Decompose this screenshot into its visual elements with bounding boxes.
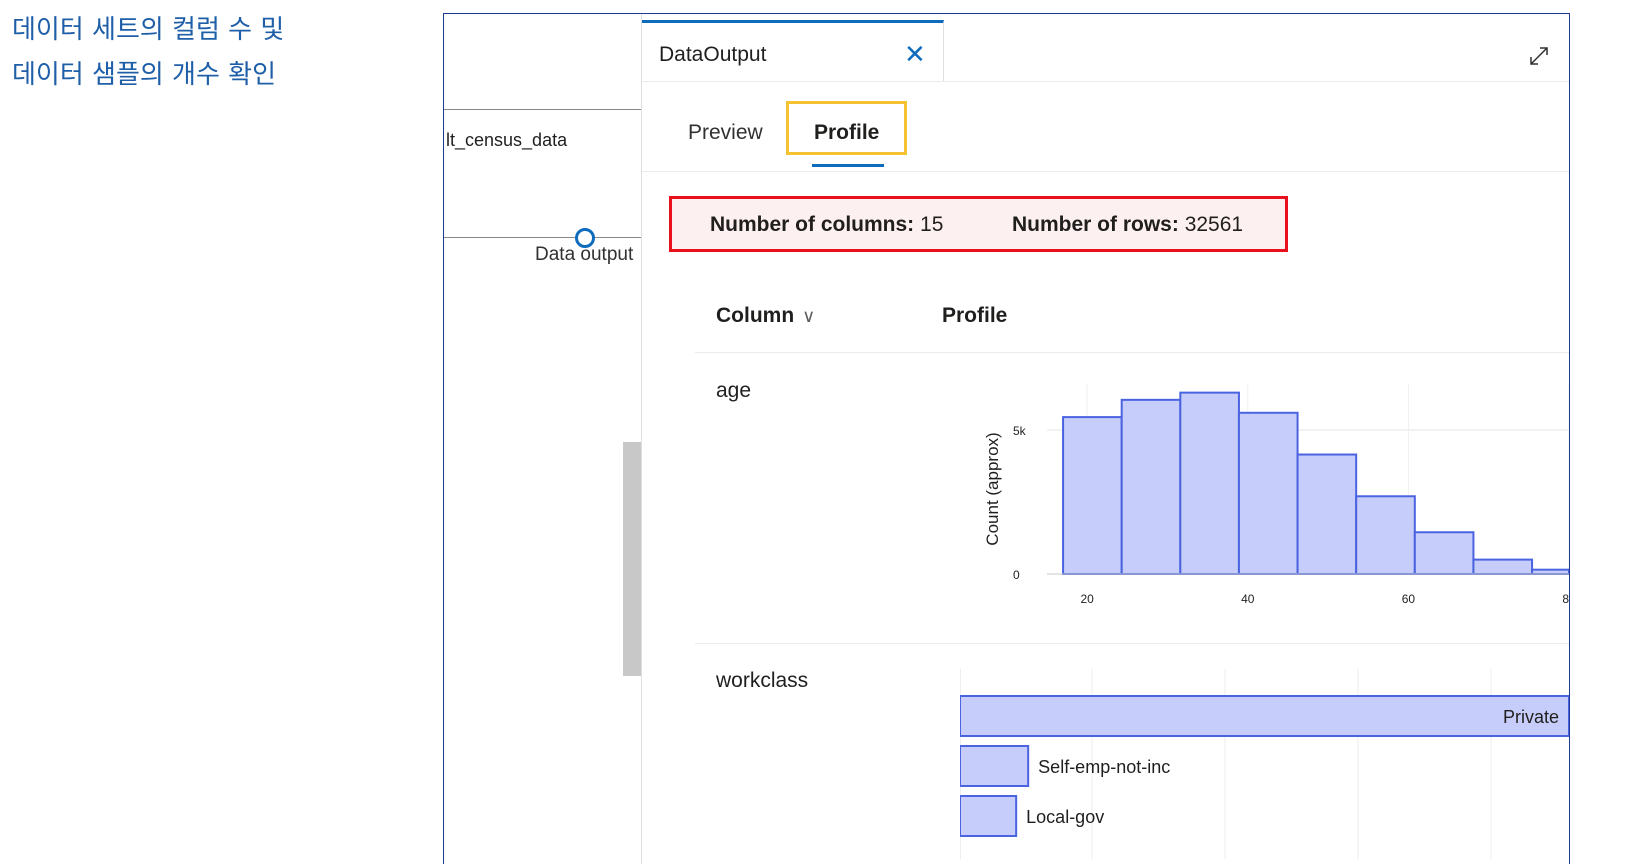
expand-icon[interactable]	[1527, 44, 1551, 68]
subtab-preview[interactable]: Preview	[688, 121, 763, 145]
tab-dataoutput[interactable]: DataOutput ✕	[642, 20, 944, 81]
columns-count-label: Number of columns:	[710, 213, 915, 236]
histogram-bar	[1413, 531, 1475, 575]
x-tick-label: 20	[1080, 592, 1094, 606]
workclass-bar	[960, 745, 1030, 787]
active-tab-indicator	[812, 164, 884, 167]
annotation-line-1: 데이터 세트의 컬럼 수 및	[12, 15, 285, 45]
histogram-bar	[1296, 453, 1358, 575]
dataset-node[interactable]: lt_census_data	[444, 109, 641, 238]
dataset-node-name: lt_census_data	[446, 130, 568, 150]
workclass-bar-chart: Private Self-emp-not-inc Local-gov	[960, 669, 1569, 859]
column-header-label: Column	[716, 304, 795, 327]
columns-count: Number of columns: 15	[710, 213, 943, 237]
histogram-bar	[1531, 568, 1569, 576]
x-tick-label: 80	[1562, 592, 1569, 606]
y-tick-label: 5k	[1013, 424, 1027, 438]
rows-count-label: Number of rows:	[1012, 213, 1179, 236]
column-header[interactable]: Column ∨	[716, 304, 815, 328]
annotation-line-2: 데이터 샘플의 개수 확인	[12, 60, 276, 90]
workclass-bar-label: Private	[1503, 707, 1559, 727]
x-tick-label: 60	[1402, 592, 1416, 606]
tab-title: DataOutput	[659, 43, 767, 66]
age-histogram: 0 5k 20 40 60 80 Count (approx)	[983, 384, 1569, 606]
data-output-panel: DataOutput ✕ Preview Profile Number of c…	[641, 14, 1569, 864]
row-name-age: age	[716, 379, 752, 402]
panel-tab-bar: DataOutput ✕	[642, 14, 1569, 82]
annotation-caption: 데이터 세트의 컬럼 수 및 데이터 샘플의 개수 확인	[12, 8, 392, 98]
histogram-bar	[1062, 416, 1123, 575]
profile-subtabs: Preview Profile	[642, 81, 1569, 172]
header-divider	[695, 352, 1569, 353]
row-name-workclass: workclass	[716, 669, 809, 692]
dataset-summary: Number of columns: 15 Number of rows: 32…	[669, 196, 1288, 252]
x-tick-label: 40	[1241, 592, 1255, 606]
histogram-bar	[1355, 495, 1416, 575]
designer-window: lt_census_data Data output DataOutput ✕ …	[443, 13, 1570, 864]
output-port-label: Data output	[535, 244, 634, 265]
histogram-bar	[1472, 558, 1534, 576]
histogram-bar	[1120, 398, 1182, 576]
subtab-profile[interactable]: Profile	[814, 121, 879, 145]
histogram-bar	[1237, 411, 1299, 576]
rows-count: Number of rows: 32561	[1012, 213, 1243, 237]
chevron-down-icon: ∨	[802, 306, 816, 326]
pipeline-canvas[interactable]: lt_census_data Data output	[444, 14, 641, 864]
workclass-bar	[960, 795, 1018, 837]
workclass-bar	[960, 695, 1569, 737]
y-axis-label: Count (approx)	[983, 432, 1002, 545]
workclass-bar-label: Local-gov	[1026, 807, 1104, 827]
columns-count-value: 15	[920, 213, 944, 236]
row-divider	[695, 643, 1569, 644]
y-tick-label: 0	[1013, 568, 1020, 582]
profile-header: Profile	[942, 304, 1008, 327]
close-icon[interactable]: ✕	[904, 39, 926, 70]
histogram-bar	[1179, 391, 1240, 575]
canvas-scrollbar[interactable]	[623, 442, 641, 676]
workclass-bar-label: Self-emp-not-inc	[1038, 757, 1170, 777]
rows-count-value: 32561	[1184, 213, 1244, 236]
